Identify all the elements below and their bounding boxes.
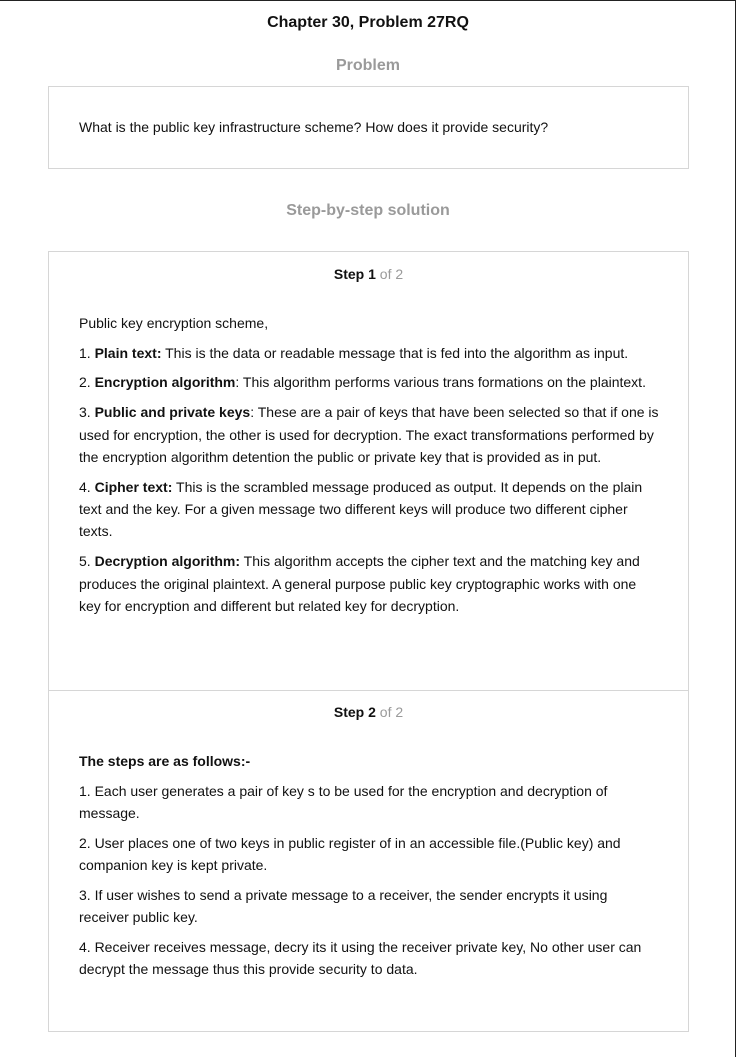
chapter-title: Chapter 30, Problem 27RQ (267, 14, 469, 31)
step-2-intro-text: The steps are as follows:- (79, 753, 251, 769)
item-term: Cipher text: (94, 478, 173, 495)
solution-box: Step 1 of 2 Public key encryption scheme… (48, 251, 689, 1032)
step-number: 1 (368, 266, 376, 282)
list-item: 3. Public and private keys: These are a … (79, 401, 661, 468)
item-term: Encryption algorithm (94, 374, 236, 391)
item-text: : This algorithm performs various trans … (235, 374, 646, 391)
item-prefix: 2. (79, 374, 95, 391)
step-total: of 2 (379, 704, 404, 720)
step-label: Step (333, 266, 365, 282)
item-term: Decryption algorithm: (94, 553, 241, 570)
list-item: 5. Decryption algorithm: This algorithm … (79, 550, 661, 617)
list-item: 4. Receiver receives message, decry its … (79, 939, 642, 978)
step-2-header: Step 2 of 2 (49, 703, 688, 721)
page-frame: Chapter 30, Problem 27RQ Problem What is… (0, 0, 736, 1057)
item-term: Plain text: (94, 344, 162, 361)
step-2-intro: The steps are as follows:- (79, 750, 661, 772)
list-item: 1. Plain text: This is the data or reada… (79, 342, 661, 364)
step-1-header: Step 1 of 2 (49, 265, 688, 283)
step-2-body: The steps are as follows:- 1. Each user … (79, 750, 661, 988)
item-text: This is the data or readable message tha… (161, 344, 629, 361)
problem-text: What is the public key infrastructure sc… (79, 119, 549, 135)
problem-heading: Problem (335, 57, 400, 74)
item-prefix: 4. (79, 478, 95, 495)
item-term: Public and private keys (94, 404, 251, 421)
step-1: Step 1 of 2 Public key encryption scheme… (49, 252, 688, 691)
list-item: 2. User places one of two keys in public… (79, 834, 621, 874)
step-1-body: Public key encryption scheme, 1. Plain t… (79, 312, 661, 625)
list-item: 2. Encryption algorithm: This algorithm … (79, 371, 661, 393)
list-item: 3. If user wishes to send a private mess… (79, 886, 608, 926)
step-number: 2 (368, 704, 376, 720)
item-prefix: 5. (79, 553, 95, 570)
problem-box: What is the public key infrastructure sc… (48, 86, 689, 169)
list-item: 1. Each user generates a pair of key s t… (79, 782, 608, 822)
step-total: of 2 (379, 266, 404, 282)
item-prefix: 3. (79, 404, 95, 421)
solution-heading: Step-by-step solution (286, 202, 450, 219)
step-label: Step (333, 704, 365, 720)
list-item: 4. Cipher text: This is the scrambled me… (79, 476, 661, 543)
item-prefix: 1. (79, 344, 95, 361)
step-2: Step 2 of 2 The steps are as follows:- 1… (49, 690, 688, 1031)
step-1-intro: Public key encryption scheme, (79, 315, 269, 331)
